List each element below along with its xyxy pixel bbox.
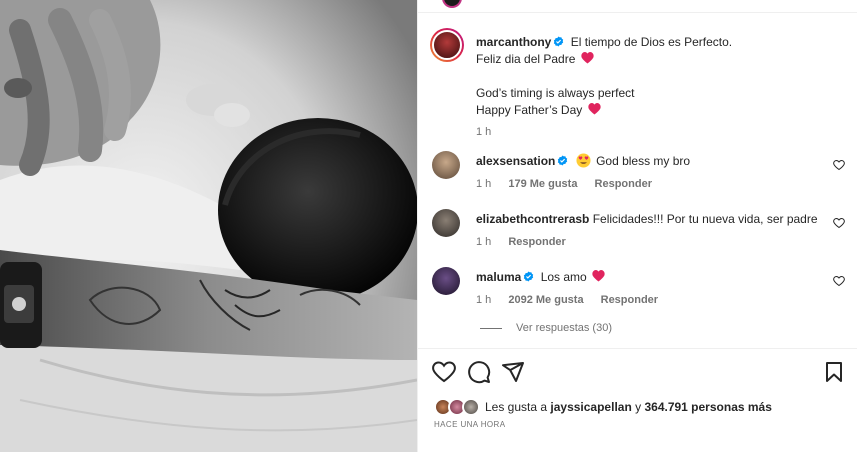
caption-line-2-row: Feliz dia del Padre: [476, 51, 846, 68]
comment-reply-button[interactable]: Responder: [595, 178, 652, 190]
likes-user[interactable]: jayssicapellan: [550, 400, 631, 414]
paper-plane-icon[interactable]: [501, 360, 525, 384]
comment-text: Los amo: [540, 270, 587, 284]
caption-line-3: God’s timing is always perfect: [476, 86, 635, 100]
actions-divider: [418, 348, 857, 349]
comment-time[interactable]: 1 h: [476, 236, 491, 248]
likes-joiner: y: [635, 400, 642, 414]
header-avatar[interactable]: [442, 0, 462, 8]
comment-time[interactable]: 1 h: [476, 178, 491, 190]
caption-line-4: Happy Father’s Day: [476, 103, 583, 117]
liker-avatars[interactable]: [434, 398, 480, 416]
bookmark-icon[interactable]: [822, 360, 846, 384]
comment-like-count[interactable]: 2092 Me gusta: [508, 294, 583, 306]
caption-first-line: marcanthony El tiempo de Dios es Perfect…: [476, 34, 846, 51]
view-replies-label: Ver respuestas (30): [516, 322, 612, 334]
likes-count[interactable]: 364.791 personas más: [644, 400, 771, 414]
comment-like-heart-icon[interactable]: [833, 217, 845, 229]
post-details-panel: marcanthony El tiempo de Dios es Perfect…: [417, 0, 857, 452]
likes-prefix: Les gusta a: [485, 400, 548, 414]
red-heart-emoji-icon: [592, 270, 605, 282]
author-avatar[interactable]: [430, 28, 464, 62]
comment-text: Felicidades!!! Por tu nueva vida, ser pa…: [592, 212, 818, 226]
comment-like-count[interactable]: 179 Me gusta: [508, 178, 577, 190]
post-caption: marcanthony El tiempo de Dios es Perfect…: [476, 34, 846, 141]
comment-text: God bless my bro: [596, 154, 691, 168]
comment-reply-button[interactable]: Responder: [601, 294, 658, 306]
comment-item: elizabethcontrerasb Felicidades!!! Por t…: [476, 211, 856, 250]
verified-badge-icon: [554, 36, 564, 47]
comment-item: alexsensation God bless my bro 1 h 179 M…: [476, 153, 856, 192]
caption-time[interactable]: 1 h: [476, 124, 846, 141]
newborn-photo-image: [0, 0, 417, 452]
commenter-avatar[interactable]: [432, 267, 460, 295]
caption-line-4-row: Happy Father’s Day: [476, 102, 846, 119]
post-action-bar: [418, 360, 857, 384]
view-replies-button[interactable]: Ver respuestas (30): [480, 322, 612, 334]
comment-like-heart-icon[interactable]: [833, 275, 845, 287]
heart-outline-icon[interactable]: [432, 360, 456, 384]
caption-line-1: El tiempo de Dios es Perfecto.: [570, 35, 733, 49]
comment-username[interactable]: maluma: [476, 270, 521, 284]
post-timestamp[interactable]: HACE UNA HORA: [434, 420, 505, 429]
comment-like-heart-icon[interactable]: [833, 159, 845, 171]
commenter-avatar[interactable]: [432, 209, 460, 237]
comment-item: maluma Los amo 1 h 2092 Me gusta Respond…: [476, 269, 856, 308]
likes-summary: Les gusta a jayssicapellan y 364.791 per…: [434, 398, 772, 416]
verified-badge-icon: [524, 271, 534, 282]
post-photo[interactable]: [0, 0, 417, 452]
verified-badge-icon: [558, 155, 568, 166]
comment-time[interactable]: 1 h: [476, 294, 491, 306]
liker-avatar: [462, 398, 480, 416]
comment-meta: 1 h 2092 Me gusta Responder: [476, 292, 856, 308]
view-replies-line: [480, 327, 502, 329]
commenter-avatar[interactable]: [432, 151, 460, 179]
comment-icon[interactable]: [467, 360, 491, 384]
comment-username[interactable]: alexsensation: [476, 154, 555, 168]
red-heart-emoji-icon: [581, 52, 594, 64]
red-heart-emoji-icon: [587, 103, 601, 115]
author-username[interactable]: marcanthony: [476, 35, 551, 49]
header-divider: [418, 12, 857, 13]
comment-meta: 1 h Responder: [476, 234, 856, 250]
comment-username[interactable]: elizabethcontrerasb: [476, 212, 589, 226]
comment-reply-button[interactable]: Responder: [508, 236, 565, 248]
heart-eyes-emoji-icon: [576, 153, 591, 168]
caption-line-2: Feliz dia del Padre: [476, 52, 576, 66]
comment-meta: 1 h 179 Me gusta Responder: [476, 176, 856, 192]
